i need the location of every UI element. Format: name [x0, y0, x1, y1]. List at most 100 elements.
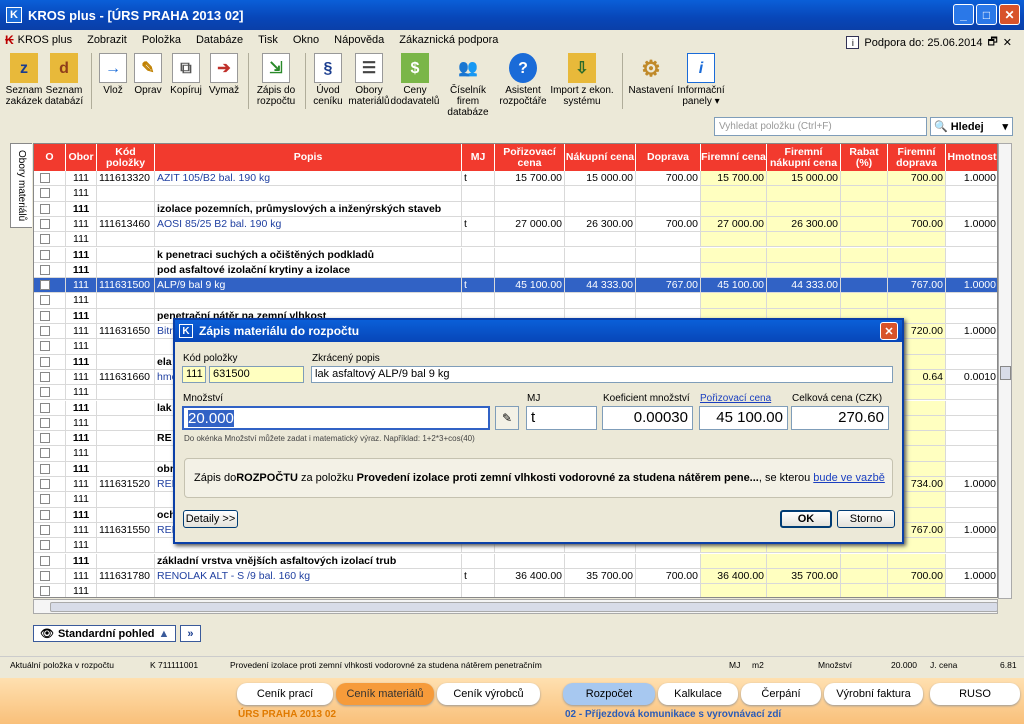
- row-checkbox[interactable]: [40, 586, 50, 597]
- row-checkbox[interactable]: [40, 356, 50, 367]
- table-row[interactable]: 111 111613320 AZIT 105/B2 bal. 190 kg t 15 7…: [34, 171, 997, 187]
- menu-kros[interactable]: KROS plus: [18, 34, 72, 46]
- tb-asistent[interactable]: ? Asistent rozpočtáře: [499, 50, 547, 107]
- row-checkbox[interactable]: [40, 218, 50, 229]
- col-porizovaci[interactable]: Pořizovací cena: [495, 144, 565, 171]
- details-button[interactable]: Detaily >>: [183, 510, 238, 528]
- view-next-button[interactable]: »: [180, 625, 201, 642]
- table-row[interactable]: 111: [34, 232, 997, 248]
- col-firemni-nakupni[interactable]: Firemní nákupní cena: [767, 144, 841, 171]
- col-firemni-doprava[interactable]: Firemní doprava: [888, 144, 946, 171]
- col-obor[interactable]: Obor: [66, 144, 97, 171]
- dialog-close-icon[interactable]: ✕: [880, 322, 898, 340]
- col-hmotnost[interactable]: Hmotnost: [946, 144, 997, 171]
- row-checkbox[interactable]: [40, 417, 50, 428]
- row-checkbox[interactable]: [40, 310, 50, 321]
- row-checkbox[interactable]: [40, 555, 50, 566]
- row-checkbox[interactable]: [40, 326, 50, 336]
- tb-import[interactable]: ⇩ Import z ekon. systému: [549, 50, 615, 107]
- cena-link[interactable]: Pořizovací cena: [700, 393, 771, 404]
- menu-databaze[interactable]: Databáze: [196, 34, 243, 46]
- vertical-scrollbar[interactable]: [998, 143, 1012, 599]
- close-doc-icon[interactable]: ✕: [1003, 36, 1012, 49]
- minimize-button[interactable]: _: [953, 4, 974, 25]
- popis-field[interactable]: lak asfaltový ALP/9 bal 9 kg: [311, 366, 893, 383]
- search-input[interactable]: Vyhledat položku (Ctrl+F): [714, 117, 927, 136]
- tb-informacni-panely[interactable]: i Informační panely ▾: [676, 50, 726, 107]
- search-button[interactable]: 🔍 Hledej ▾: [930, 117, 1013, 136]
- row-checkbox[interactable]: [40, 341, 50, 352]
- row-checkbox[interactable]: [40, 494, 50, 505]
- menu-podpora[interactable]: Zákaznická podpora: [399, 34, 498, 46]
- tab-kalkulace[interactable]: Kalkulace: [658, 683, 738, 705]
- row-checkbox[interactable]: [40, 173, 50, 183]
- table-row[interactable]: 111 111631780 RENOLAK ALT - S /9 bal. 160 …: [34, 568, 997, 585]
- tab-cenik-praci[interactable]: Ceník prací: [237, 683, 333, 705]
- menu-tisk[interactable]: Tisk: [258, 34, 278, 46]
- calculator-icon[interactable]: ✎: [495, 406, 519, 430]
- tb-seznam-databazi[interactable]: d Seznam databází: [44, 50, 84, 107]
- row-checkbox[interactable]: [40, 540, 50, 551]
- row-checkbox[interactable]: [40, 249, 50, 260]
- koef-field[interactable]: 0.00030: [602, 406, 693, 430]
- table-row[interactable]: 111 111613460 AOSI 85/25 B2 bal. 190 kg t 27…: [34, 216, 997, 233]
- table-row[interactable]: 111 111631500 ALP/9 bal 9 kg t 45 100.00 44 3…: [34, 278, 997, 294]
- row-checkbox[interactable]: [40, 509, 50, 520]
- row-checkbox[interactable]: [40, 402, 50, 413]
- table-row[interactable]: 111: [34, 584, 997, 597]
- table-row[interactable]: 111: [34, 293, 997, 309]
- ok-button[interactable]: OK: [780, 510, 832, 528]
- row-checkbox[interactable]: [40, 433, 50, 444]
- row-checkbox[interactable]: [40, 371, 50, 382]
- row-checkbox[interactable]: [40, 570, 50, 581]
- tb-nastaveni[interactable]: ⚙ Nastavení: [628, 50, 674, 96]
- info-icon[interactable]: i: [846, 36, 860, 49]
- cena-field[interactable]: 45 100.00: [699, 406, 788, 430]
- vazba-link[interactable]: bude ve vazbě: [813, 472, 885, 484]
- row-checkbox[interactable]: [40, 479, 50, 489]
- row-checkbox[interactable]: [40, 463, 50, 474]
- hscroll-thumb[interactable]: [50, 602, 998, 612]
- mnozstvi-field[interactable]: 20.000: [182, 406, 490, 430]
- row-checkbox[interactable]: [40, 387, 50, 398]
- table-row[interactable]: 111 pod asfaltové izolační krytiny a izo…: [34, 262, 997, 279]
- col-mj[interactable]: MJ: [462, 144, 495, 171]
- tb-uvod-ceniku[interactable]: § Úvod ceníku: [311, 50, 345, 107]
- tb-zapis-do-rozpoctu[interactable]: ⇲ Zápis do rozpočtu: [254, 50, 298, 107]
- col-nakupni[interactable]: Nákupní cena: [565, 144, 636, 171]
- tab-cerpani[interactable]: Čerpání: [741, 683, 821, 705]
- row-checkbox[interactable]: [40, 448, 50, 459]
- row-checkbox[interactable]: [40, 524, 50, 535]
- tb-oprav[interactable]: ✎ Oprav: [131, 50, 165, 96]
- col-o[interactable]: O: [34, 144, 66, 171]
- row-checkbox[interactable]: [40, 203, 50, 214]
- vscroll-thumb[interactable]: [1000, 366, 1011, 380]
- col-popis[interactable]: Popis: [155, 144, 462, 171]
- maximize-button[interactable]: □: [976, 4, 997, 25]
- tb-vloz[interactable]: → Vlož: [97, 50, 129, 96]
- row-checkbox[interactable]: [40, 295, 50, 306]
- view-select[interactable]: 👁 Standardní pohled ▲: [33, 625, 177, 642]
- row-checkbox[interactable]: [40, 234, 50, 245]
- row-checkbox[interactable]: [40, 280, 50, 291]
- tb-seznam-zakazek[interactable]: z Seznam zakázek: [6, 50, 42, 107]
- tab-cenik-vyrobcu[interactable]: Ceník výrobců: [437, 683, 540, 705]
- menu-napoveda[interactable]: Nápověda: [334, 34, 384, 46]
- table-row[interactable]: 111 k penetraci suchých a očištěných podk…: [34, 247, 997, 263]
- col-firemni-cena[interactable]: Firemní cena: [701, 144, 767, 171]
- tb-ceny-dodavatelu[interactable]: $ Ceny dodavatelů: [391, 50, 439, 107]
- side-tab-obory[interactable]: Obory materiálů: [10, 143, 32, 228]
- table-row[interactable]: 111 základní vrstva vnějších asfaltových …: [34, 553, 997, 569]
- mj-field[interactable]: t: [526, 406, 597, 430]
- col-doprava[interactable]: Doprava: [636, 144, 701, 171]
- row-checkbox[interactable]: [40, 264, 50, 275]
- col-kod[interactable]: Kód položky: [97, 144, 155, 171]
- tab-vyrobni-faktura[interactable]: Výrobní faktura: [824, 683, 923, 705]
- table-row[interactable]: 111: [34, 186, 997, 202]
- tab-ruso[interactable]: RUSO: [930, 683, 1020, 705]
- cancel-button[interactable]: Storno: [837, 510, 895, 528]
- horizontal-scrollbar[interactable]: [33, 599, 998, 614]
- menu-okno[interactable]: Okno: [293, 34, 319, 46]
- tb-kopiruj[interactable]: ⧉ Kopíruj: [167, 50, 205, 96]
- menu-zobrazit[interactable]: Zobrazit: [87, 34, 127, 46]
